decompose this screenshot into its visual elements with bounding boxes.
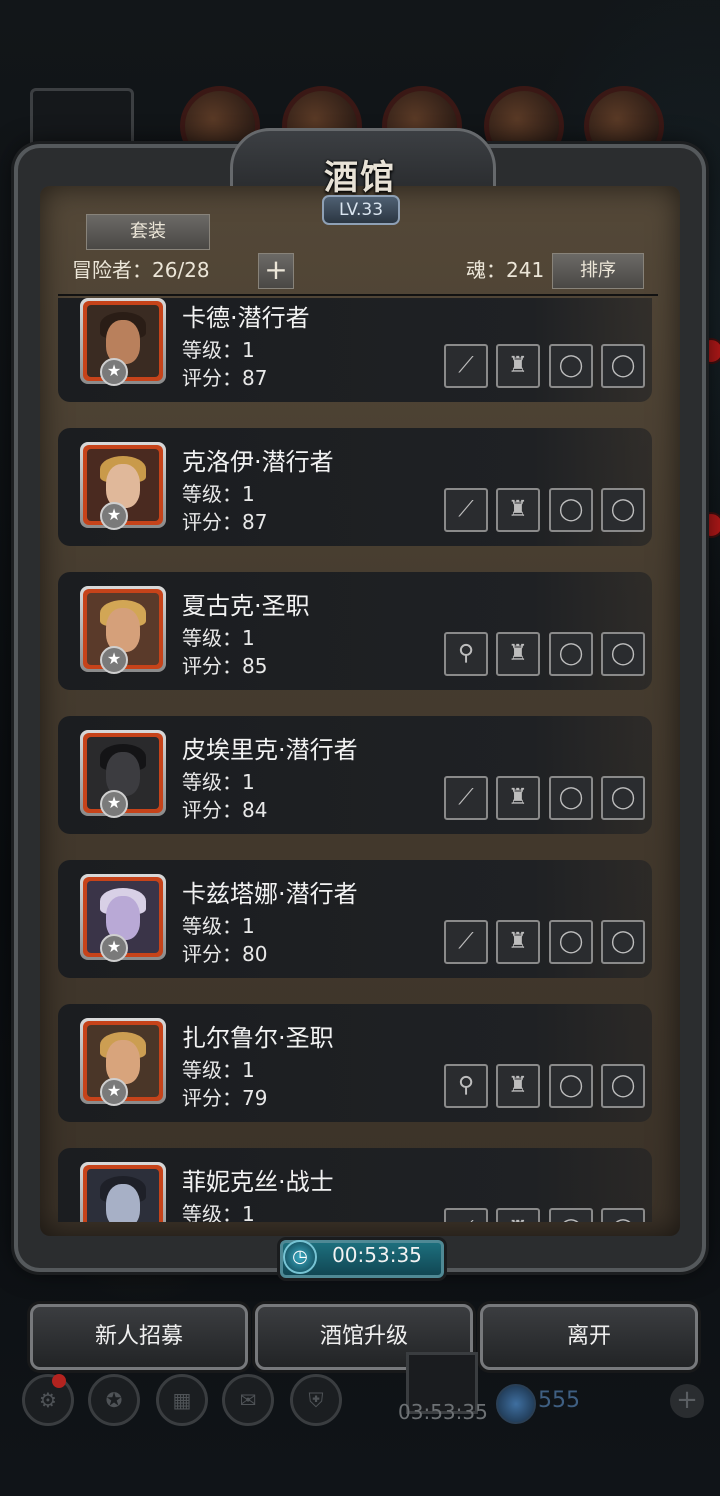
hero-card[interactable]: ★ 卡德·潜行者 等级：1 评分：87 ⟋ ♜ ◯ ◯ — [58, 298, 652, 402]
add-gem-icon: + — [670, 1384, 704, 1418]
hero-score: 评分：87 — [182, 366, 268, 390]
hero-name: 克洛伊·潜行者 — [182, 448, 334, 476]
armor-icon[interactable]: ♜ — [496, 344, 540, 388]
ring-icon[interactable]: ◯ — [601, 344, 645, 388]
hero-card[interactable]: ★ 克洛伊·潜行者 等级：1 评分：87 ⟋ ♜ ◯ ◯ — [58, 428, 652, 546]
ring-icon[interactable]: ◯ — [601, 1064, 645, 1108]
star-icon: ★ — [100, 790, 128, 818]
hero-score: 评分：80 — [182, 942, 268, 966]
armor-icon[interactable]: ♜ — [496, 1208, 540, 1222]
ring-icon[interactable]: ◯ — [601, 1208, 645, 1222]
armor-icon[interactable]: ♜ — [496, 488, 540, 532]
dagger-icon[interactable]: ⟋ — [444, 920, 488, 964]
expand-capacity-button[interactable]: + — [258, 253, 294, 289]
hero-name: 卡德·潜行者 — [182, 304, 310, 332]
achievement-icon: ✪ — [88, 1374, 140, 1426]
hero-avatar[interactable] — [80, 1162, 166, 1222]
ring-icon[interactable]: ◯ — [549, 1208, 593, 1222]
ring-icon[interactable]: ◯ — [549, 920, 593, 964]
star-icon: ★ — [100, 358, 128, 386]
star-icon: ★ — [100, 1078, 128, 1106]
hero-name: 夏古克·圣职 — [182, 592, 310, 620]
armor-icon[interactable]: ♜ — [496, 776, 540, 820]
dagger-icon[interactable]: ⟋ — [444, 776, 488, 820]
ring-icon[interactable]: ◯ — [601, 776, 645, 820]
adventurer-count: 冒险者：26/28 — [72, 258, 210, 282]
hero-name: 菲妮克丝·战士 — [182, 1168, 334, 1196]
dagger-icon[interactable]: ⟋ — [444, 344, 488, 388]
gem-icon — [496, 1384, 536, 1424]
hero-score: 评分：87 — [182, 510, 268, 534]
ring-icon[interactable]: ◯ — [549, 1064, 593, 1108]
hero-list[interactable]: ★ 卡德·潜行者 等级：1 评分：87 ⟋ ♜ ◯ ◯ ★ 克洛伊·潜行者 等级… — [58, 298, 658, 1222]
settings-icon: ⚙ — [22, 1374, 74, 1426]
hero-card[interactable]: ★ 皮埃里克·潜行者 等级：1 评分：84 ⟋ ♜ ◯ ◯ — [58, 716, 652, 834]
hero-name: 皮埃里克·潜行者 — [182, 736, 358, 764]
hero-level: 等级：1 — [182, 626, 255, 650]
refresh-timer: 00:53:35 — [332, 1243, 422, 1267]
notification-badge — [52, 1374, 66, 1388]
armor-icon[interactable]: ♜ — [496, 1064, 540, 1108]
ring-icon[interactable]: ◯ — [601, 632, 645, 676]
sword-icon[interactable]: ⟋ — [444, 1208, 488, 1222]
equipment-set-button[interactable]: 套装 — [86, 214, 210, 250]
hero-card[interactable]: 菲妮克丝·战士 等级：1 ⟋ ♜ ◯ ◯ — [58, 1148, 652, 1222]
ring-icon[interactable]: ◯ — [601, 488, 645, 532]
star-icon: ★ — [100, 934, 128, 962]
clock-icon: ◷ — [283, 1240, 317, 1274]
ring-icon[interactable]: ◯ — [549, 776, 593, 820]
ring-icon[interactable]: ◯ — [549, 632, 593, 676]
armor-icon[interactable]: ♜ — [496, 632, 540, 676]
hero-card[interactable]: ★ 扎尔鲁尔·圣职 等级：1 评分：79 ⚲ ♜ ◯ ◯ — [58, 1004, 652, 1122]
hero-score: 评分：85 — [182, 654, 268, 678]
hero-level: 等级：1 — [182, 770, 255, 794]
sort-button[interactable]: 排序 — [552, 253, 644, 289]
leave-button[interactable]: 离开 — [480, 1304, 698, 1370]
star-icon: ★ — [100, 502, 128, 530]
hero-score: 评分：79 — [182, 1086, 268, 1110]
hero-level: 等级：1 — [182, 1058, 255, 1082]
hero-card[interactable]: ★ 卡兹塔娜·潜行者 等级：1 评分：80 ⟋ ♜ ◯ ◯ — [58, 860, 652, 978]
hero-name: 扎尔鲁尔·圣职 — [182, 1024, 334, 1052]
mace-icon[interactable]: ⚲ — [444, 1064, 488, 1108]
background-timer: 03:53:35 — [398, 1400, 488, 1424]
hero-name: 卡兹塔娜·潜行者 — [182, 880, 358, 908]
hero-score: 评分：84 — [182, 798, 268, 822]
shield-icon: ⛨ — [290, 1374, 342, 1426]
gem-count: 555 — [538, 1388, 580, 1413]
tavern-level-badge: LV.33 — [322, 195, 400, 225]
hero-card[interactable]: ★ 夏古克·圣职 等级：1 评分：85 ⚲ ♜ ◯ ◯ — [58, 572, 652, 690]
recruit-button[interactable]: 新人招募 — [30, 1304, 248, 1370]
hero-level: 等级：1 — [182, 338, 255, 362]
hero-level: 等级：1 — [182, 914, 255, 938]
book-icon: ▦ — [156, 1374, 208, 1426]
dialog-title: 酒馆 — [324, 158, 396, 198]
armor-icon[interactable]: ♜ — [496, 920, 540, 964]
mail-icon: ✉ — [222, 1374, 274, 1426]
soul-count: 魂：241 — [466, 258, 545, 282]
ring-icon[interactable]: ◯ — [549, 344, 593, 388]
mace-icon[interactable]: ⚲ — [444, 632, 488, 676]
header-divider — [58, 294, 658, 296]
ring-icon[interactable]: ◯ — [549, 488, 593, 532]
hero-level: 等级：1 — [182, 1202, 255, 1222]
ring-icon[interactable]: ◯ — [601, 920, 645, 964]
star-icon: ★ — [100, 646, 128, 674]
dagger-icon[interactable]: ⟋ — [444, 488, 488, 532]
hero-level: 等级：1 — [182, 482, 255, 506]
